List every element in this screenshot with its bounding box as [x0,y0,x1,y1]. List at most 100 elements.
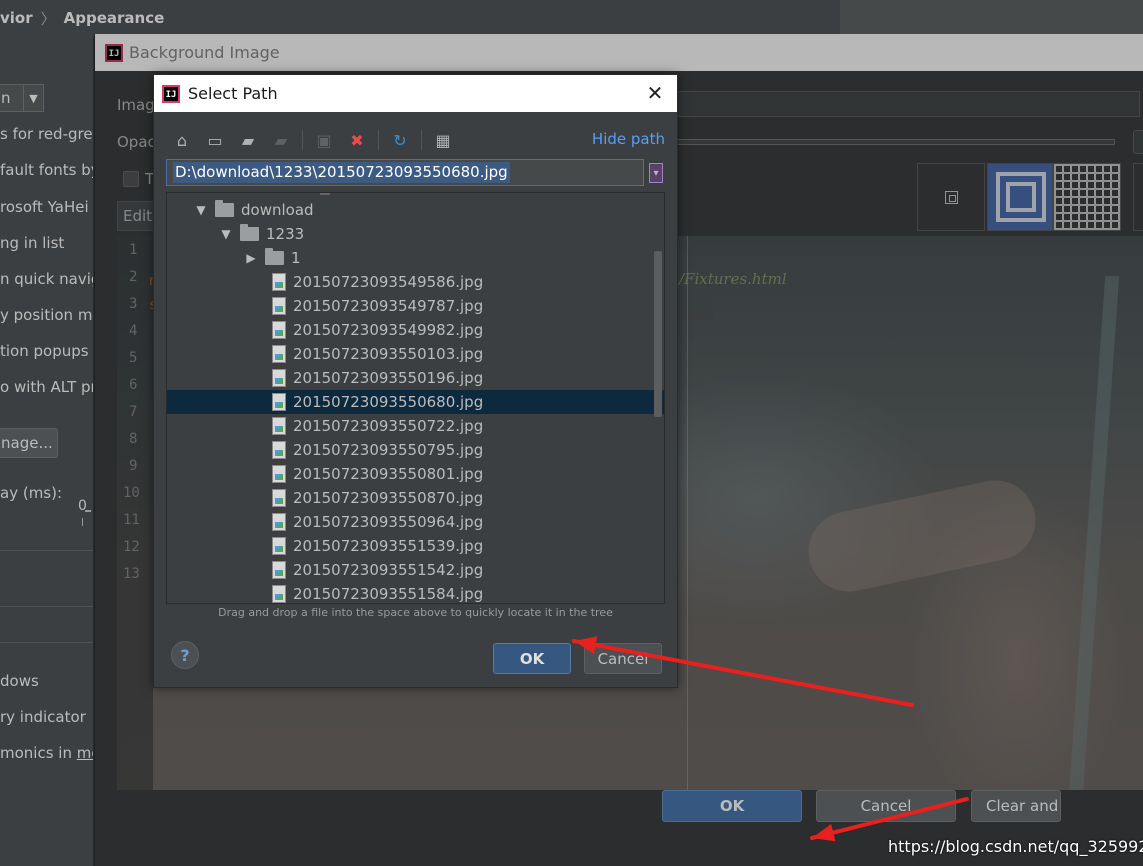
fill-scale-option[interactable] [987,163,1053,231]
clear-and-close-button[interactable]: Clear and [971,790,1061,822]
help-button[interactable]: ? [171,641,199,669]
tree-scroll-indicator [320,193,330,195]
tree-file-row[interactable]: 20150723093550196.jpg [167,366,664,390]
image-path-input[interactable] [675,91,1140,117]
preview-line-number: 1 [129,242,138,258]
tree-scrollbar[interactable] [654,251,662,417]
preview-line-number: 9 [129,458,138,474]
quick-navigation-option[interactable]: n quick navig [0,270,93,288]
image-file-icon [272,561,286,579]
red-green-option[interactable]: s for red-gree [0,125,93,143]
preview-line-number: 5 [129,350,138,366]
tree-item-label: 20150723093550722.jpg [293,417,484,435]
desktop-icon[interactable]: ▭ [203,128,227,152]
editor-target-combo[interactable]: Edito [117,201,157,231]
close-icon[interactable]: ✕ [645,83,665,103]
action-popups-option[interactable]: tion popups o [0,342,93,360]
tree-folder-row[interactable]: ▼ 1233 [167,222,664,246]
fill-plain-option[interactable] [917,163,985,231]
delay-slider-tick [82,518,83,526]
show-hidden-icon[interactable]: ▦ [431,128,455,152]
preview-line-number: 11 [123,512,140,528]
tree-folder-row[interactable]: ▶ 1 [167,246,664,270]
background-image-button[interactable]: nage... [0,428,58,458]
image-file-icon [272,297,286,315]
hide-path-link[interactable]: Hide path [592,130,665,148]
tree-file-row[interactable]: 20150723093551584.jpg [167,582,664,603]
tree-folder-row[interactable]: ▼ download [167,198,664,222]
windows-option[interactable]: dows [0,672,39,690]
tree-file-row[interactable]: 20150723093550801.jpg [167,462,664,486]
tree-file-row[interactable]: 20150723093550722.jpg [167,414,664,438]
refresh-icon[interactable]: ↻ [388,128,412,152]
tree-item-label: 20150723093550801.jpg [293,465,484,483]
tree-file-row[interactable]: 20150723093549787.jpg [167,294,664,318]
tree-file-row[interactable]: 20150723093550103.jpg [167,342,664,366]
tree-file-row[interactable]: 20150723093549982.jpg [167,318,664,342]
tree-file-row[interactable]: 20150723093549586.jpg [167,270,664,294]
intellij-logo-icon: IJ [105,43,123,62]
mnemonics-option[interactable]: monics in me [0,744,93,762]
preview-right-margin [687,236,688,790]
tree-item-label: 20150723093549982.jpg [293,321,484,339]
tree-item-label: 20150723093551539.jpg [293,537,484,555]
tree-item-label: download [241,201,314,219]
mnemonics-label: monics in [0,744,77,762]
tree-item-label: 20150723093550795.jpg [293,441,484,459]
toolbar-separator [421,130,422,150]
breadcrumb-parent[interactable]: vior [0,9,33,27]
path-history-icon[interactable]: ▾ [649,163,663,183]
tree-file-row-selected[interactable]: 20150723093550680.jpg [167,390,664,414]
font-name-combo[interactable]: rosoft YaHei [0,198,89,216]
tree-file-row[interactable]: 20150723093550870.jpg [167,486,664,510]
tree-file-row[interactable]: 20150723093551542.jpg [167,558,664,582]
home-icon[interactable]: ⌂ [170,128,194,152]
preview-line-number: 4 [129,323,138,339]
toolbar-separator [302,130,303,150]
image-file-icon [272,369,286,387]
theme-combo[interactable]: n ▼ [0,84,44,112]
module-folder-icon[interactable]: ▰ [269,128,293,152]
override-fonts-option[interactable]: fault fonts by [0,161,93,179]
popup-position-option[interactable]: y position mo [0,306,93,324]
folder-icon [265,248,284,265]
tree-file-row[interactable]: 20150723093550795.jpg [167,438,664,462]
file-tree[interactable]: ▼ download ▼ 1233 ▶ 1 20150723093549586.… [166,192,665,604]
toolbar-separator [378,130,379,150]
center-fill-icon [945,191,958,204]
opacity-label: Opac [117,133,156,151]
tree-file-row[interactable]: 20150723093550964.jpg [167,510,664,534]
opacity-spinner[interactable] [1133,130,1143,154]
select-path-cancel-button[interactable]: Cancel [584,643,662,674]
delete-icon[interactable]: ✖ [345,128,369,152]
watermark: https://blog.csdn.net/qq_32599217 [888,837,1143,856]
fill-extra-option[interactable] [1133,163,1143,231]
collapsed-arrow-icon[interactable]: ▶ [243,251,259,265]
expanded-arrow-icon[interactable]: ▼ [218,227,234,241]
tree-item-label: 20150723093550103.jpg [293,345,484,363]
new-folder-icon[interactable]: ▣ [312,128,336,152]
project-folder-icon[interactable]: ▰ [236,128,260,152]
background-ok-button[interactable]: OK [662,790,802,822]
select-path-titlebar: IJ Select Path ✕ [154,75,677,112]
tile-checkbox[interactable] [123,171,139,187]
tree-item-label: 1 [291,249,301,267]
background-cancel-button[interactable]: Cancel [816,790,956,822]
breadcrumb: vior 〉 Appearance [0,0,840,36]
image-file-icon [272,489,286,507]
alt-press-option[interactable]: o with ALT pre [0,378,93,396]
image-file-icon [272,537,286,555]
memory-indicator-option[interactable]: ry indicator [0,708,86,726]
cyclic-scrolling-option[interactable]: ng in list [0,234,64,252]
select-path-ok-button[interactable]: OK [493,643,571,674]
chevron-down-icon[interactable]: ▼ [23,85,43,111]
tree-file-row[interactable]: 20150723093551539.jpg [167,534,664,558]
image-file-icon [272,321,286,339]
opacity-slider[interactable] [675,139,1115,145]
preview-line-number: 12 [123,539,140,555]
select-path-title: Select Path [188,84,278,103]
expanded-arrow-icon[interactable]: ▼ [193,203,209,217]
path-input[interactable]: D:\download\1233\20150723093550680.jpg [166,159,644,186]
fill-tile-option[interactable] [1053,163,1121,231]
breadcrumb-current: Appearance [63,9,165,27]
